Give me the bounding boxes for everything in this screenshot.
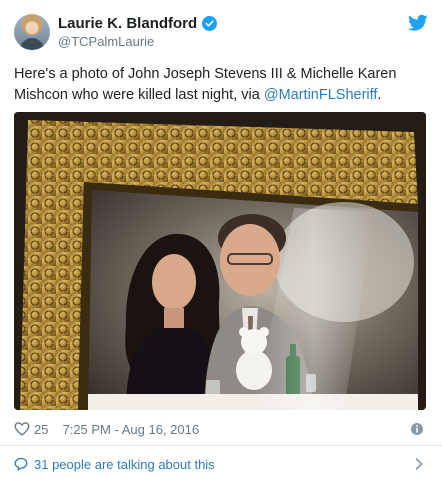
framed-photo-illustration — [14, 112, 426, 410]
tweet-meta-row: 25 7:25 PM - Aug 16, 2016 — [14, 420, 426, 438]
divider — [0, 445, 442, 446]
author-display-name[interactable]: Laurie K. Blandford — [58, 15, 197, 32]
heart-icon[interactable] — [14, 421, 30, 437]
twitter-bird-icon[interactable] — [408, 14, 428, 32]
speech-bubble-icon — [14, 457, 28, 471]
tweet-photo[interactable] — [14, 112, 426, 410]
verified-badge-icon — [202, 16, 218, 31]
chevron-right-icon[interactable] — [414, 458, 424, 470]
mention-link[interactable]: @MartinFLSheriff — [264, 87, 378, 103]
like-count[interactable]: 25 — [34, 422, 48, 437]
tweet-text-end: . — [377, 87, 382, 103]
conversation-link[interactable]: 31 people are talking about this — [34, 457, 215, 472]
tweet-card: Laurie K. Blandford @TCPalmLaurie Here's… — [0, 0, 442, 478]
author-name-row[interactable]: Laurie K. Blandford — [58, 15, 218, 32]
author-handle[interactable]: @TCPalmLaurie — [58, 34, 154, 49]
tweet-timestamp[interactable]: 7:25 PM - Aug 16, 2016 — [62, 422, 199, 437]
avatar[interactable] — [14, 14, 50, 50]
info-icon[interactable] — [410, 422, 424, 436]
tweet-text: Here's a photo of John Joseph Stevens II… — [14, 64, 424, 106]
conversation-row[interactable]: 31 people are talking about this — [14, 455, 426, 473]
